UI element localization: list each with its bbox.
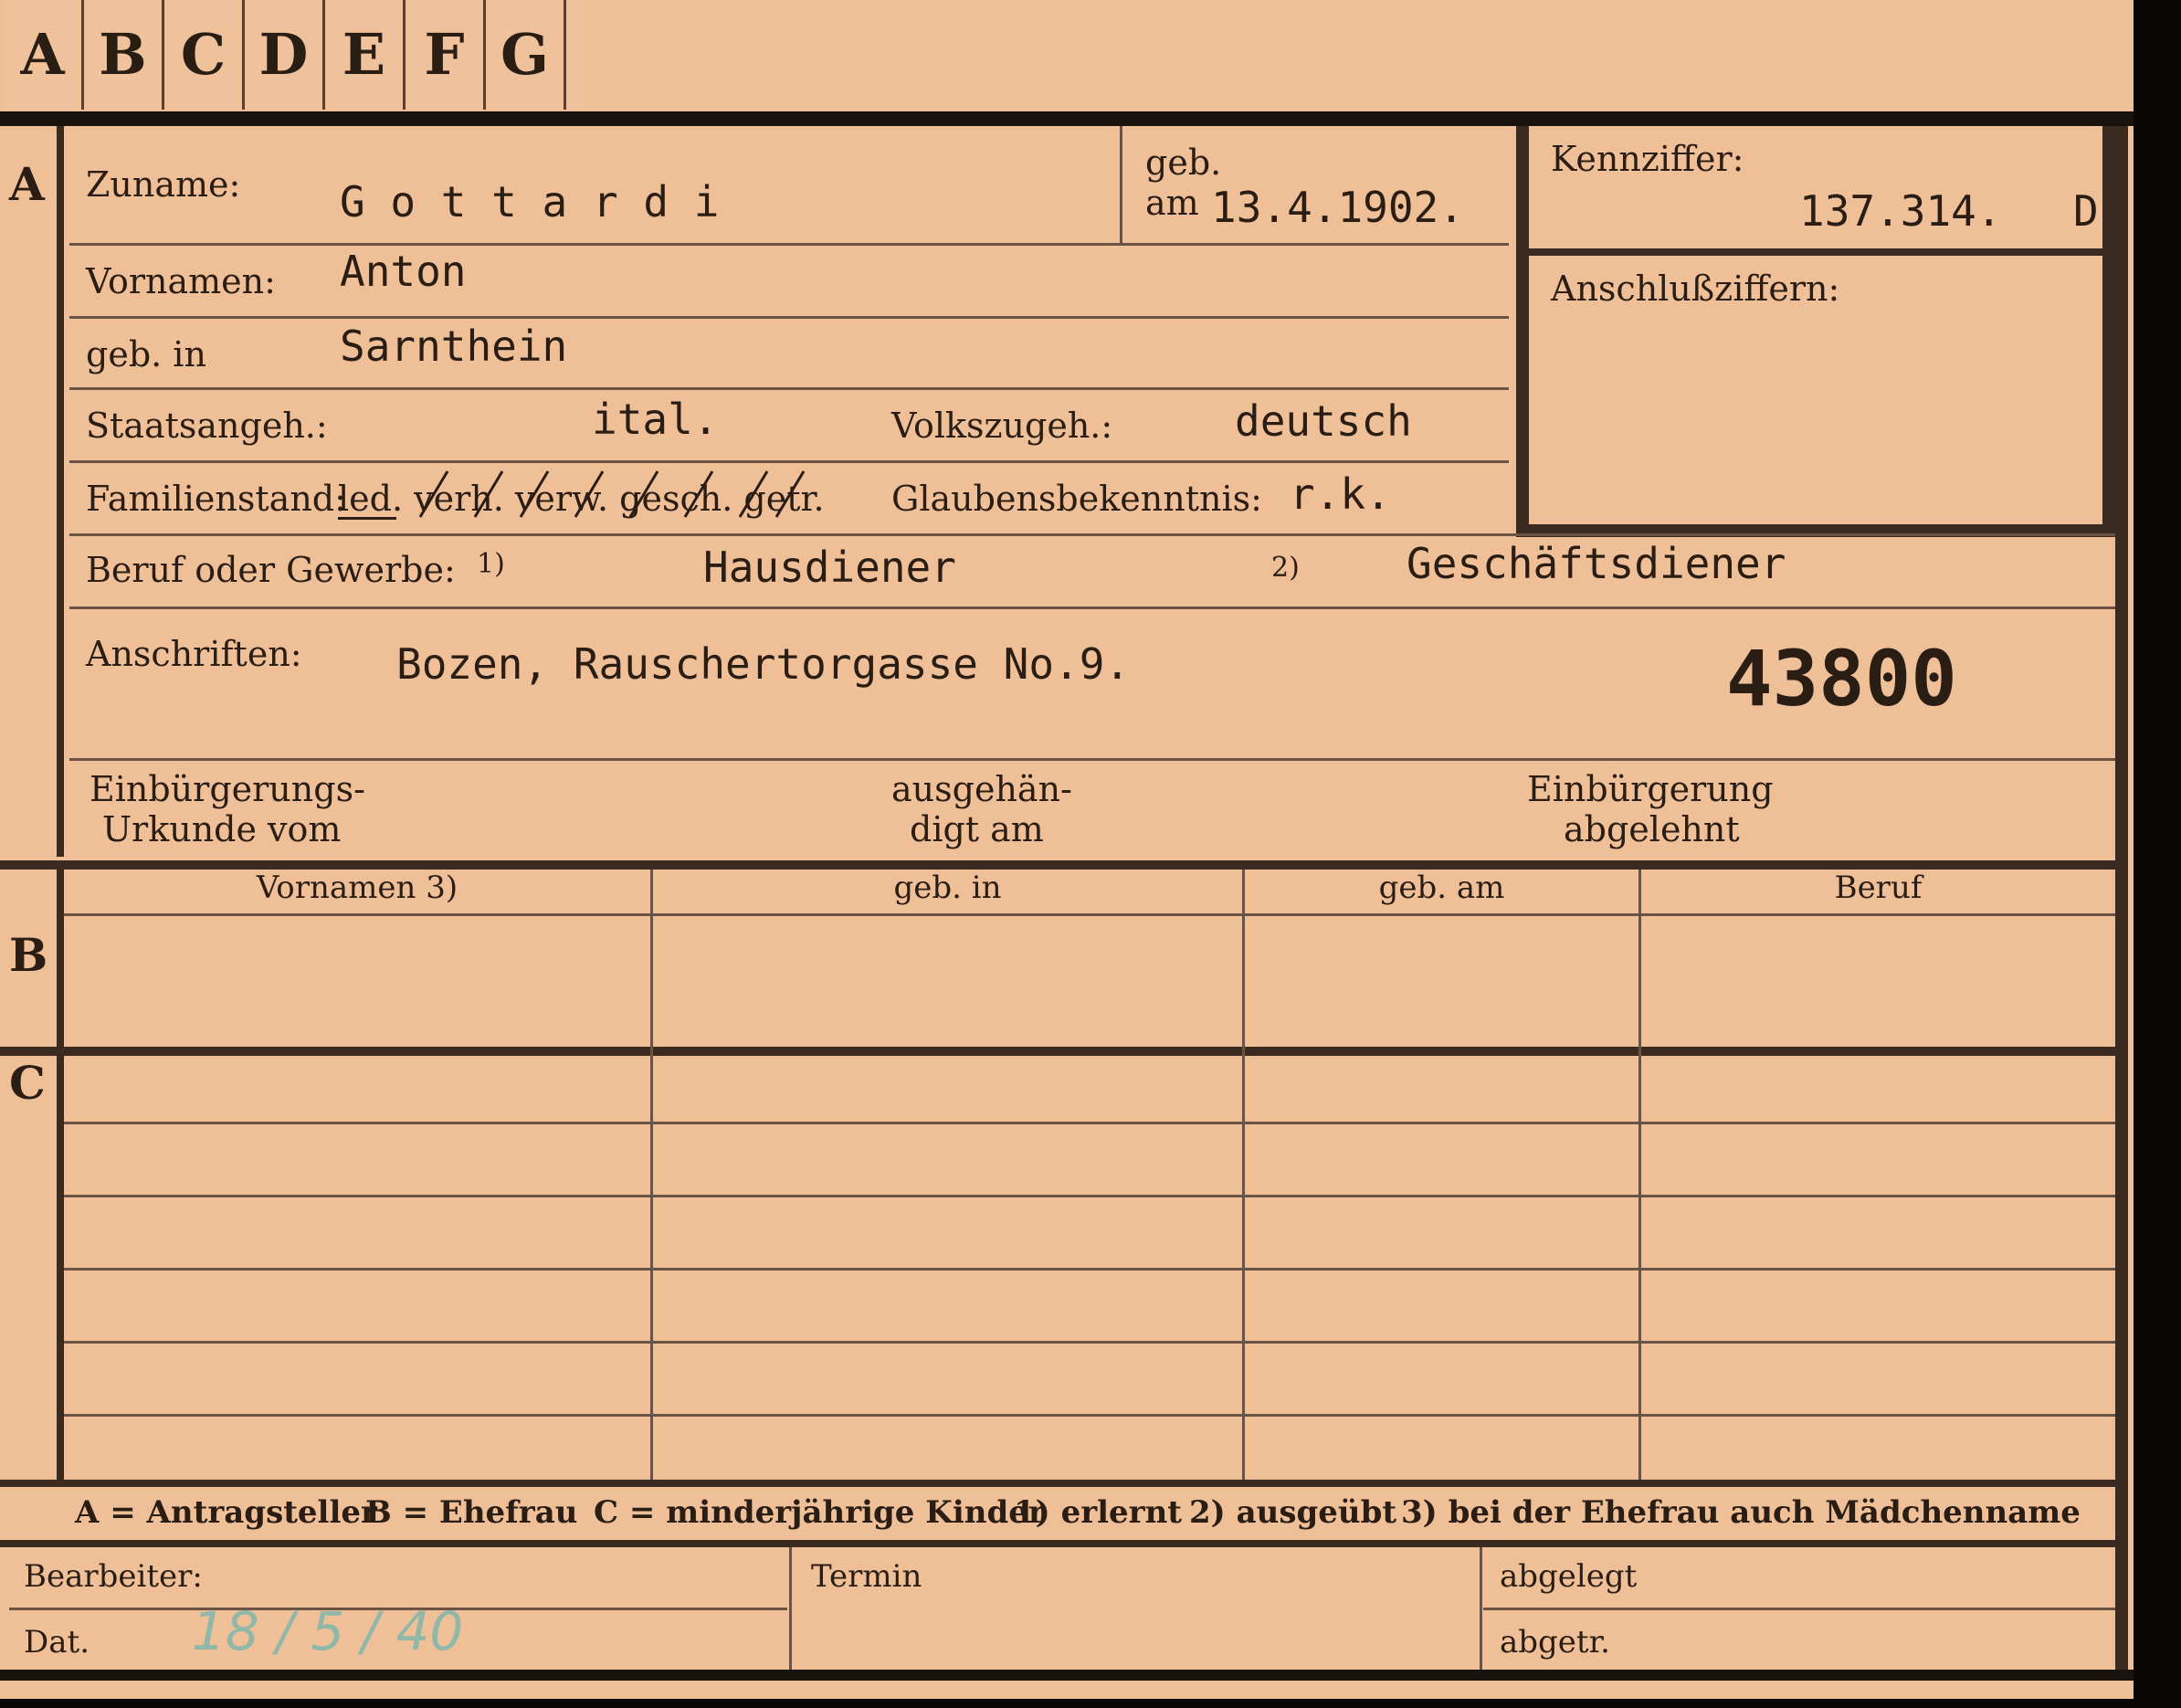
legend-n3: 3) bei der Ehefrau auch Mädchenname xyxy=(1401,1494,2081,1531)
section-c-top xyxy=(0,1047,2115,1056)
geb-divider xyxy=(1120,126,1122,243)
row-line xyxy=(69,533,2115,536)
abgel-label: Einbürgerung xyxy=(1527,769,1774,809)
ausg-label: ausgehän- xyxy=(891,769,1072,809)
zuname-value: G o t t a r d i xyxy=(340,177,720,227)
beruf-label: Beruf oder Gewerbe: xyxy=(86,550,456,590)
row-line xyxy=(69,606,2115,609)
col-divider xyxy=(1242,870,1245,1480)
tab-label: D xyxy=(258,21,309,88)
kennziffer-suffix: D xyxy=(2073,186,2099,236)
footer-line xyxy=(1483,1608,2115,1610)
table-header-line xyxy=(64,913,2115,916)
gebin-value: Sarnthein xyxy=(340,322,568,371)
right-border xyxy=(2115,126,2128,1681)
tab-a[interactable]: A xyxy=(4,0,84,110)
footer-divider xyxy=(1480,1547,1482,1670)
table-row-line xyxy=(64,1122,2115,1124)
row-line xyxy=(69,316,1509,319)
termin-label: Termin xyxy=(811,1558,922,1595)
beruf-note2: 2) xyxy=(1271,552,1300,584)
beruf2-value: Geschäftsdiener xyxy=(1407,539,1786,588)
legend-a: A = Antragsteller xyxy=(75,1494,377,1531)
legend-n1: 1) erlernt xyxy=(1014,1494,1183,1531)
tab-label: E xyxy=(342,21,386,88)
familien-strike xyxy=(418,470,806,518)
beruf-value: Hausdiener xyxy=(703,543,956,592)
am-label: am xyxy=(1145,183,1199,223)
tab-b[interactable]: B xyxy=(84,0,164,110)
legend-bottom xyxy=(0,1540,2115,1547)
abgetr-label: abgetr. xyxy=(1500,1624,1610,1661)
section-letter-a: A xyxy=(9,157,45,211)
geb-label: geb. xyxy=(1145,142,1222,183)
led-underline xyxy=(338,517,396,520)
legend-c: C = minderjährige Kinder xyxy=(594,1494,1045,1531)
vornamen-label: Vornamen: xyxy=(86,261,276,301)
row-line xyxy=(69,243,1509,246)
section-b-top xyxy=(0,860,2115,870)
vornamen-value: Anton xyxy=(340,247,467,296)
einb-label: Einbürgerungs- xyxy=(90,769,365,809)
section-letter-b: B xyxy=(9,928,48,982)
tab-d[interactable]: D xyxy=(245,0,325,110)
footer-divider xyxy=(789,1547,792,1670)
bottom-border xyxy=(0,1670,2134,1681)
col-head-beruf: Beruf xyxy=(1834,870,1923,906)
glauben-label: Glaubensbekenntnis: xyxy=(891,479,1262,519)
anschriften-label: Anschriften: xyxy=(86,634,302,674)
gebin-label: geb. in xyxy=(86,334,206,374)
section-a-divider xyxy=(57,126,64,857)
col-head-gebam: geb. am xyxy=(1378,870,1505,906)
bearbeiter-label: Bearbeiter: xyxy=(24,1558,203,1595)
row-line xyxy=(69,387,1509,390)
anschriften-value: Bozen, Rauschertorgasse No.9. xyxy=(396,639,1131,689)
beruf-note1: 1) xyxy=(477,548,505,580)
tab-label: F xyxy=(424,21,465,88)
staats-value: ital. xyxy=(592,395,719,444)
tab-label: G xyxy=(500,21,549,88)
table-row-line xyxy=(64,1414,2115,1417)
staats-label: Staatsangeh.: xyxy=(86,406,328,446)
tab-label: B xyxy=(99,21,147,88)
top-border xyxy=(0,111,2134,126)
tab-label: A xyxy=(20,21,65,88)
tab-e[interactable]: E xyxy=(325,0,406,110)
dat-label: Dat. xyxy=(24,1624,90,1661)
zuname-label: Zuname: xyxy=(86,164,241,205)
dat-value: 18 / 5 / 40 xyxy=(192,1600,464,1662)
section-letter-c: C xyxy=(9,1056,46,1110)
kennziffer-divider xyxy=(1527,248,2115,256)
tab-c[interactable]: C xyxy=(164,0,245,110)
legend-b: B = Ehefrau xyxy=(365,1494,578,1531)
tab-label: C xyxy=(180,21,227,88)
col-head-gebin: geb. in xyxy=(893,870,1002,906)
kennziffer-value: 137.314. xyxy=(1799,186,2002,236)
abgelegt-label: abgelegt xyxy=(1500,1558,1638,1595)
table-row-line xyxy=(64,1341,2115,1344)
legend-top xyxy=(0,1480,2115,1487)
section-bc-divider xyxy=(57,868,64,1481)
col-divider xyxy=(650,870,653,1480)
tab-f[interactable]: F xyxy=(406,0,486,110)
einb-label2: Urkunde vom xyxy=(102,809,342,849)
stamp-number: 43800 xyxy=(1726,634,1957,723)
volks-value: deutsch xyxy=(1235,396,1412,446)
ausg-label2: digt am xyxy=(910,809,1044,849)
familien-label: Familienstand: xyxy=(86,479,346,519)
anschluss-label: Anschlußziffern: xyxy=(1551,269,1840,309)
legend-n2: 2) ausgeübt xyxy=(1189,1494,1397,1531)
col-divider xyxy=(1638,870,1641,1480)
tab-g[interactable]: G xyxy=(486,0,566,110)
row-line xyxy=(69,758,2115,761)
glauben-value: r.k. xyxy=(1290,469,1391,519)
table-row-line xyxy=(64,1268,2115,1270)
table-row-line xyxy=(64,1195,2115,1197)
tab-edge xyxy=(566,0,585,110)
col-head-vornamen: Vornamen 3) xyxy=(256,870,458,906)
volks-label: Volkszugeh.: xyxy=(891,406,1113,446)
abgel-label2: abgelehnt xyxy=(1564,809,1740,849)
kennziffer-label: Kennziffer: xyxy=(1551,139,1744,179)
geb-am-value: 13.4.1902. xyxy=(1211,183,1464,232)
